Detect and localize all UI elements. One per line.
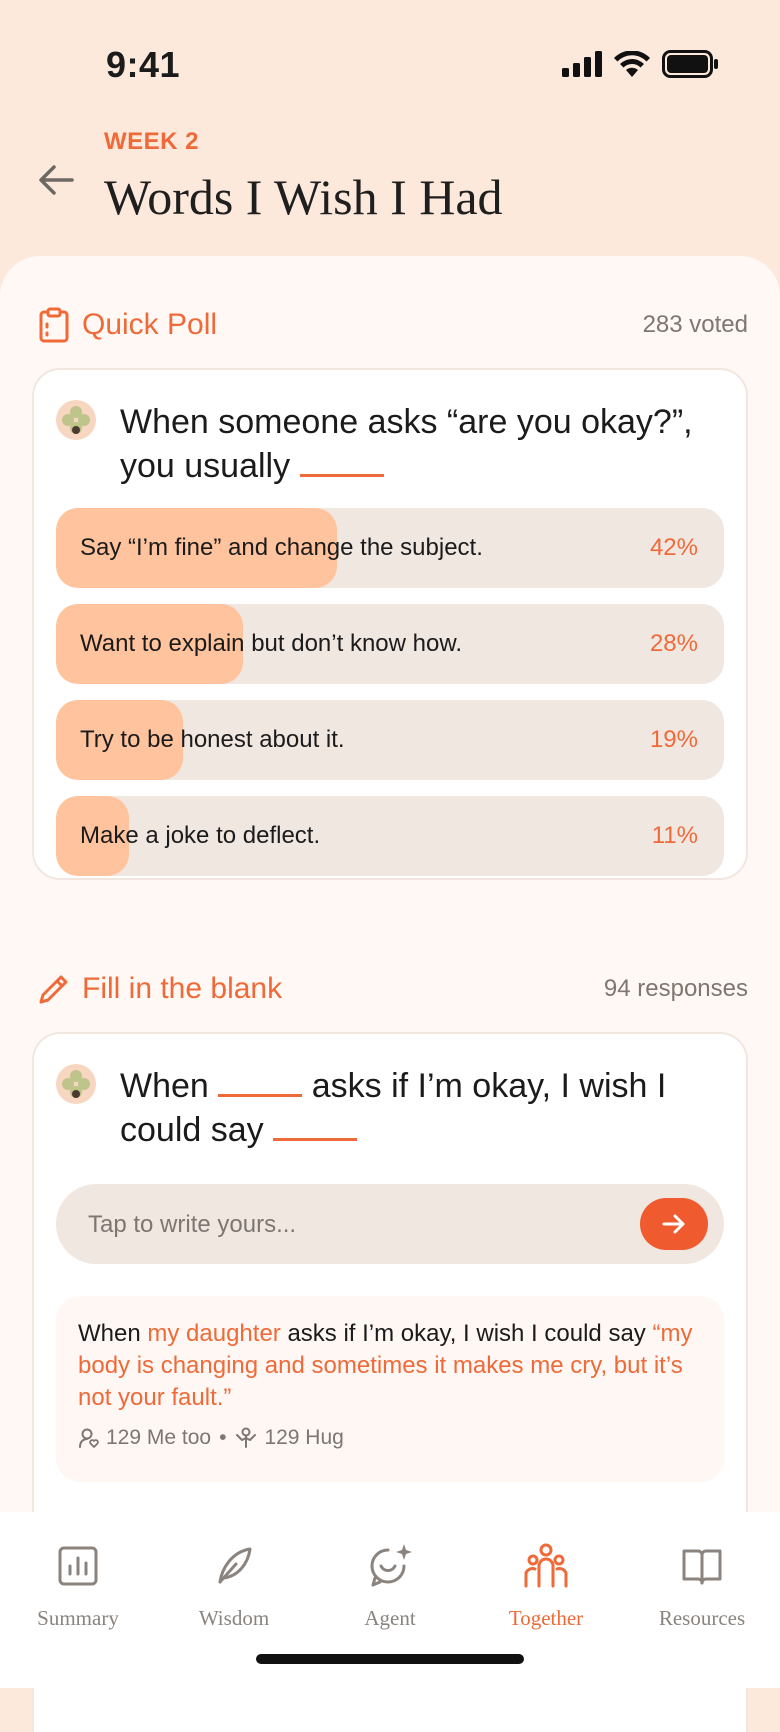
avatar [56, 400, 96, 440]
response-count: 94 responses [603, 975, 748, 1002]
hug-count: 129 Hug [264, 1426, 344, 1449]
chart-icon [58, 1546, 98, 1586]
poll-option-percent: 42% [649, 534, 698, 561]
fill-blank-question: When asks if I’m okay, I wish I could sa… [120, 1064, 716, 1152]
poll-card: When someone asks “are you okay?”, you u… [32, 368, 748, 880]
poll-option-percent: 28% [649, 630, 698, 657]
tab-label: Summary [37, 1606, 119, 1630]
flower-avatar-icon [62, 406, 90, 434]
tab-label: Wisdom [198, 1606, 270, 1630]
signal-icon [562, 51, 602, 77]
response-stats: 129 Me too • 129 Hug [78, 1426, 344, 1450]
poll-option-label: Want to explain but don’t know how. [80, 630, 463, 657]
poll-option[interactable]: Say “I’m fine” and change the subject. 4… [56, 508, 724, 588]
agent-icon [370, 1544, 412, 1587]
avatar [56, 1064, 96, 1104]
stat-separator: • [219, 1426, 227, 1449]
poll-option-percent: 19% [649, 726, 698, 753]
response-input[interactable] [86, 1184, 610, 1266]
me-too-count: 129 Me too [106, 1426, 212, 1449]
poll-option-label: Try to be honest about it. [80, 726, 345, 753]
hug-button[interactable]: 129 Hug [234, 1426, 344, 1450]
response-text-part: When [78, 1320, 148, 1347]
book-icon [682, 1549, 722, 1585]
status-time: 9:41 [106, 44, 181, 85]
poll-vote-count: 283 voted [642, 311, 748, 338]
arrow-left-icon [39, 165, 74, 195]
fill-blank-title: Fill in the blank [82, 972, 283, 1005]
question-blank [273, 1108, 358, 1141]
response-text-part: asks if I’m okay, I wish I could say [280, 1320, 653, 1347]
poll-question-text: When someone asks “are you okay?”, you u… [120, 403, 693, 485]
question-blank [218, 1064, 303, 1097]
tab-agent[interactable]: Agent [312, 1540, 468, 1631]
header: WEEK 2 Words I Wish I Had [0, 120, 780, 260]
question-blank [299, 444, 384, 477]
response-text: When my daughter asks if I’m okay, I wis… [78, 1318, 700, 1414]
battery-icon [662, 50, 718, 78]
people-icon [524, 1543, 568, 1588]
write-response-field[interactable] [56, 1184, 724, 1266]
send-button[interactable] [640, 1198, 708, 1250]
tab-together[interactable]: Together [468, 1540, 624, 1631]
response-answer-1: my daughter [147, 1320, 281, 1347]
fill-blank-header: Fill in the blank 94 responses [36, 964, 748, 1014]
pencil-icon [39, 975, 68, 1004]
tab-summary[interactable]: Summary [0, 1540, 156, 1631]
poll-option-label: Make a joke to deflect. [80, 822, 321, 849]
tab-label: Resources [658, 1606, 746, 1630]
flower-avatar-icon [62, 1070, 90, 1098]
clipboard-icon [39, 307, 69, 343]
quick-poll-header: Quick Poll 283 voted [36, 300, 748, 350]
back-button[interactable] [34, 158, 78, 202]
tab-wisdom[interactable]: Wisdom [156, 1540, 312, 1631]
tab-resources[interactable]: Resources [624, 1540, 780, 1631]
week-label: WEEK 2 [104, 128, 200, 155]
arrow-right-icon [662, 1214, 685, 1234]
me-too-icon [79, 1428, 99, 1448]
poll-option[interactable]: Make a joke to deflect. 11% [56, 796, 724, 876]
content-sheet: Quick Poll 283 voted When someone asks “… [0, 256, 780, 1732]
poll-option[interactable]: Try to be honest about it. 19% [56, 700, 724, 780]
poll-option-percent: 11% [651, 822, 698, 849]
wifi-icon [614, 51, 650, 77]
fill-question-part-a: When [120, 1067, 209, 1105]
feather-icon [218, 1547, 252, 1584]
poll-option-label: Say “I’m fine” and change the subject. [80, 534, 483, 561]
tab-label: Agent [364, 1606, 416, 1630]
me-too-button[interactable]: 129 Me too [78, 1426, 211, 1450]
hug-icon [236, 1427, 257, 1448]
page-title: Words I Wish I Had [104, 169, 503, 225]
poll-question: When someone asks “are you okay?”, you u… [120, 400, 716, 488]
status-bar: 9:41 [0, 0, 780, 120]
home-indicator [256, 1654, 524, 1664]
poll-option[interactable]: Want to explain but don’t know how. 28% [56, 604, 724, 684]
tab-label: Together [508, 1606, 584, 1630]
quick-poll-title: Quick Poll [82, 308, 218, 341]
response-card: When my daughter asks if I’m okay, I wis… [56, 1296, 724, 1482]
